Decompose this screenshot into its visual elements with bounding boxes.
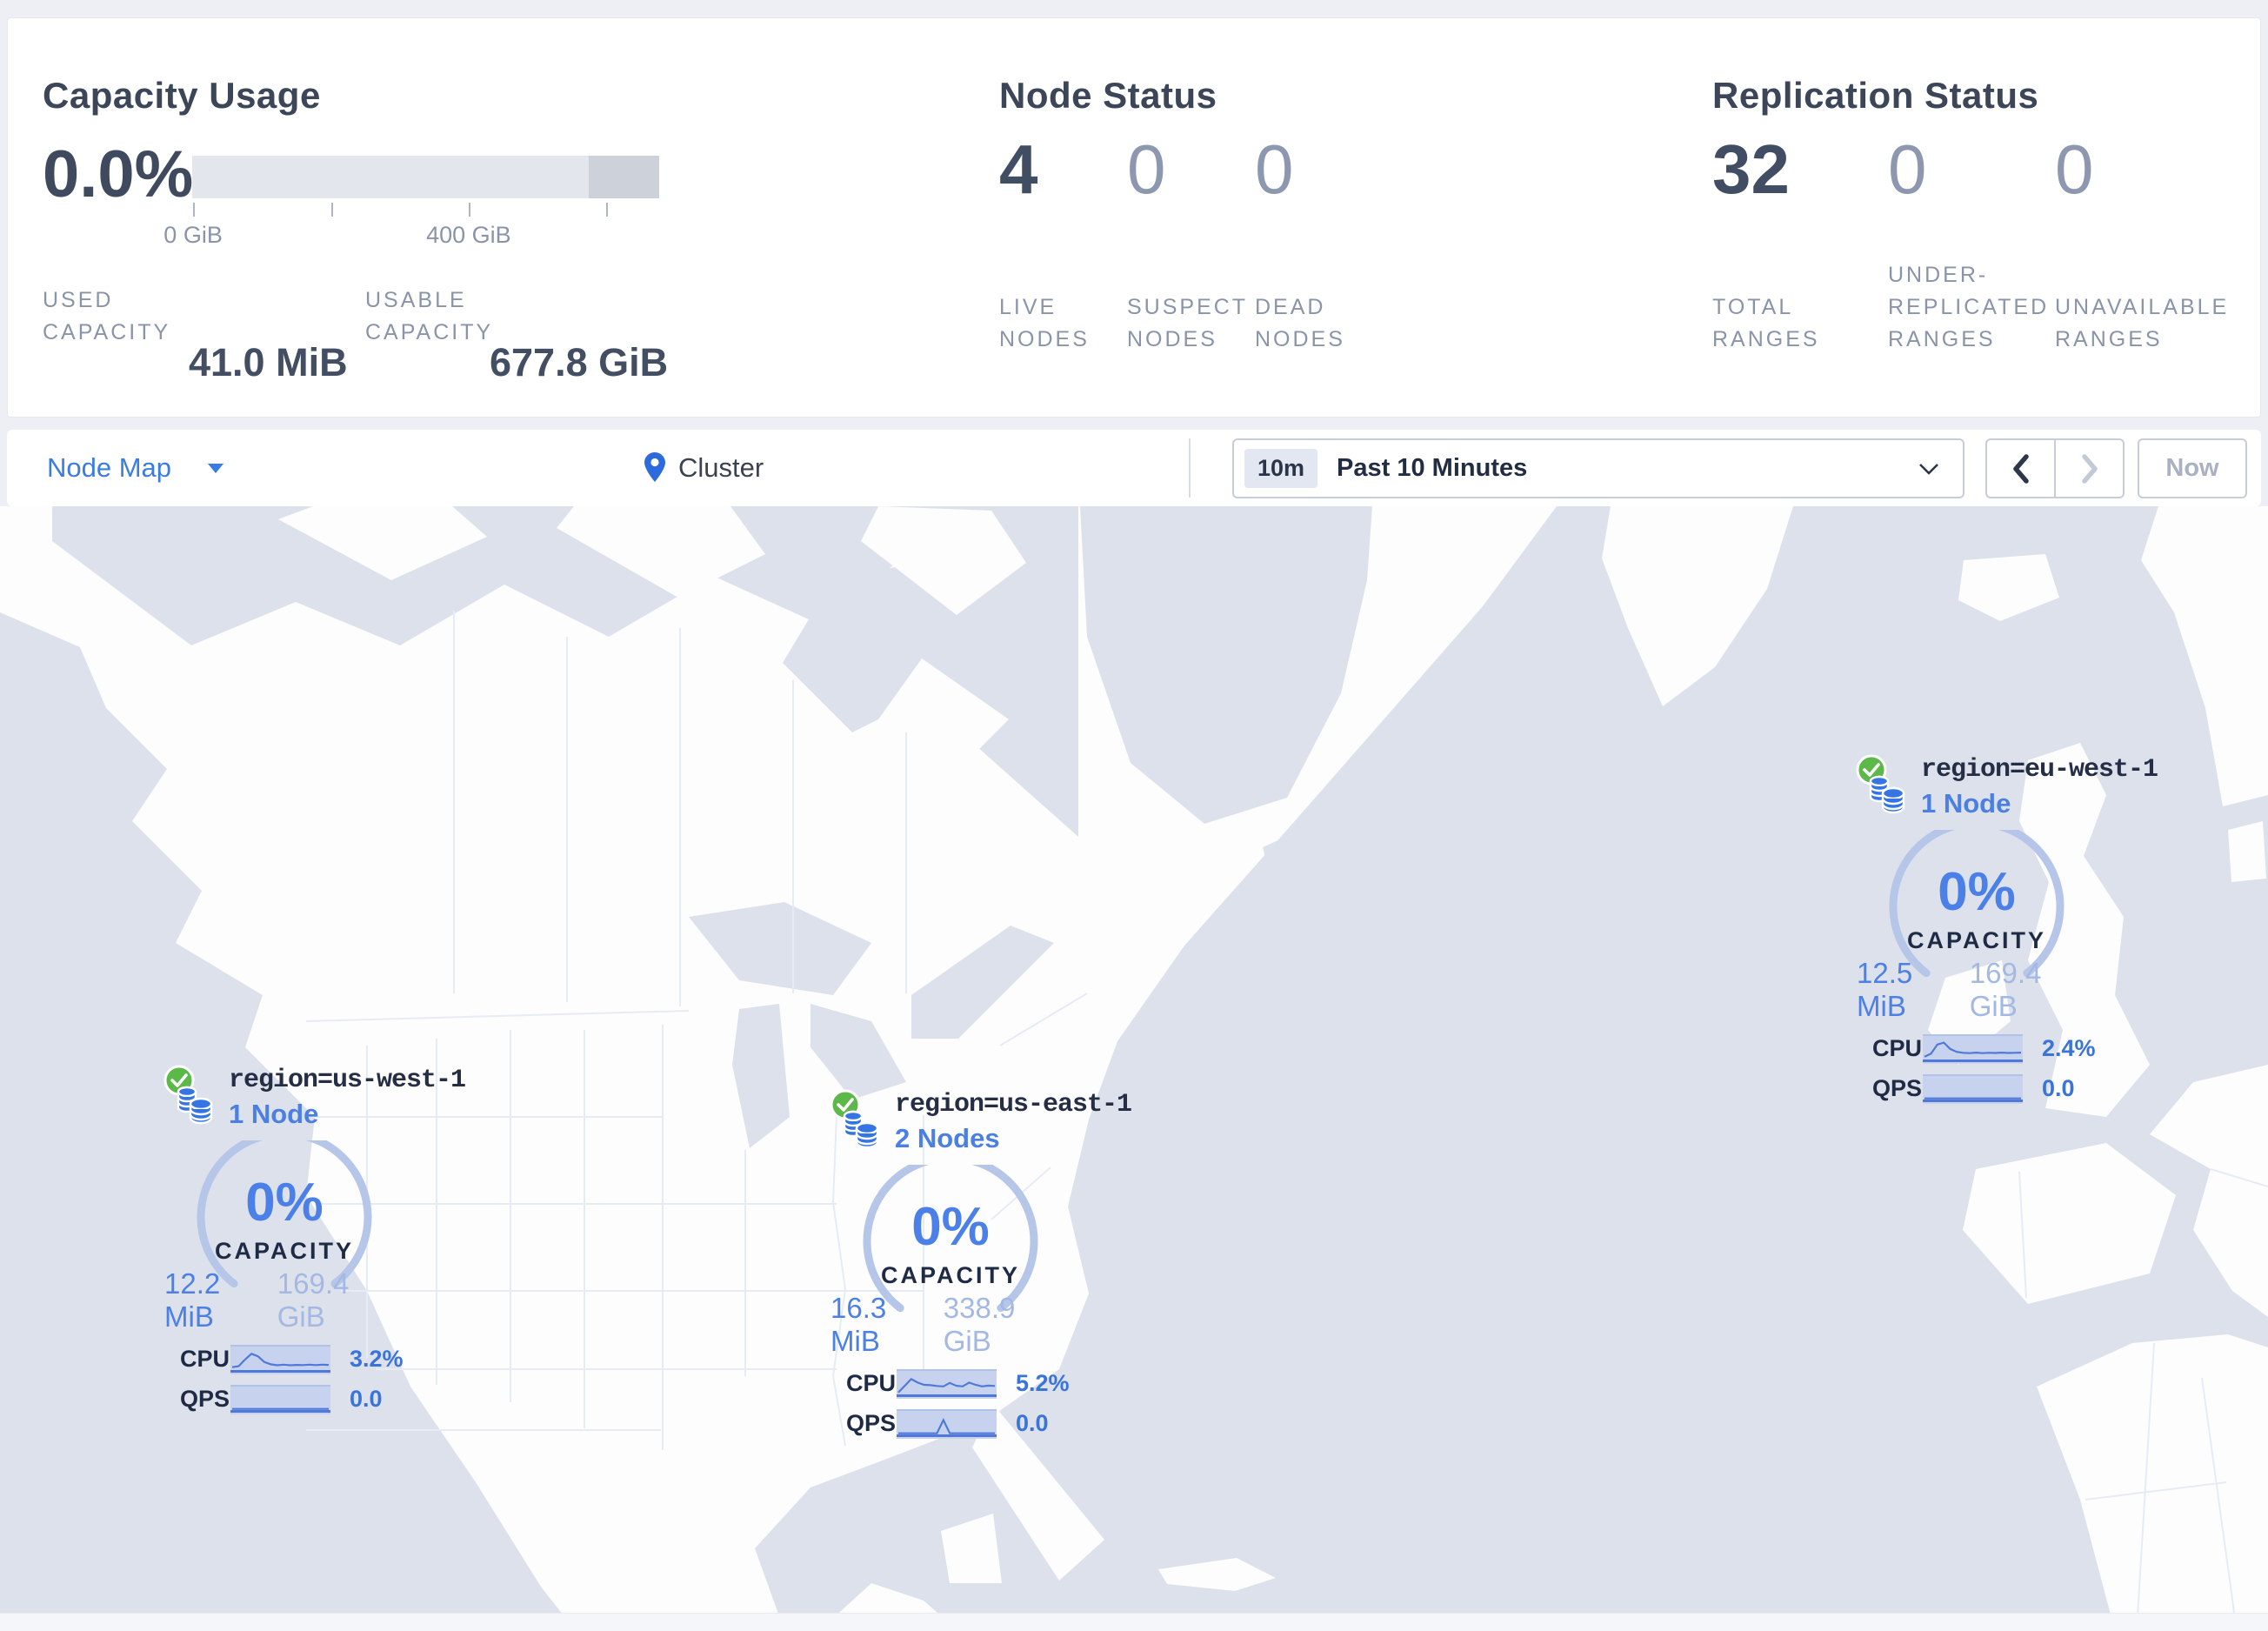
region-marker-us-east-1[interactable]: region=us-east-1 2 Nodes 0% CAPACITY 16.… (820, 1085, 1132, 1439)
unavailable-count: 0 (2055, 130, 2094, 208)
tick-label-0: 0 GiB (163, 222, 223, 248)
region-total-capacity: 169.4 GiB (1969, 957, 2042, 1022)
region-node-count: 1 Node (229, 1099, 319, 1129)
cpu-sparkline (230, 1344, 330, 1374)
caret-down-icon (208, 463, 224, 473)
time-range-badge: 10m (1244, 449, 1318, 488)
time-prev-button[interactable] (1987, 440, 2056, 497)
node-status-title: Node Status (999, 74, 1217, 116)
time-range-dropdown[interactable]: 10m Past 10 Minutes (1232, 438, 1964, 498)
region-total-capacity: 169.4 GiB (277, 1267, 350, 1333)
gauge-caption: CAPACITY (1906, 927, 2046, 953)
usable-capacity-value: 677.8 GiB (490, 340, 669, 384)
database-icon (173, 1081, 220, 1133)
qps-value: 0.0 (1016, 1410, 1049, 1436)
replication-status-title: Replication Status (1712, 74, 2039, 116)
unavailable-label: UNAVAILABLE RANGES (2055, 295, 2230, 351)
chevron-left-icon (2012, 453, 2029, 484)
region-node-count: 2 Nodes (895, 1123, 1000, 1153)
under-replicated-count: 0 (1888, 130, 1927, 208)
region-total-capacity: 338.9 GiB (943, 1292, 1016, 1357)
cpu-value: 5.2% (1016, 1370, 1070, 1396)
time-next-button[interactable] (2056, 440, 2123, 497)
qps-label: QPS (1872, 1075, 1923, 1101)
used-capacity-label: USED CAPACITY (43, 288, 171, 344)
node-map-page: Capacity Usage 0.0% 0 GiB 400 GiB USED C… (0, 0, 2268, 1631)
capacity-axis-ticks (192, 203, 659, 218)
under-replicated-label: UNDER- REPLICATED RANGES (1888, 263, 2050, 351)
region-label: region=us-west-1 (229, 1066, 466, 1095)
region-node-count: 1 Node (1921, 788, 2011, 819)
time-range-label: Past 10 Minutes (1337, 454, 1528, 482)
region-used-capacity: 16.3 MiB (830, 1292, 887, 1357)
view-selector-label: Node Map (47, 452, 172, 483)
cpu-value: 3.2% (350, 1346, 404, 1372)
breadcrumb[interactable]: Cluster (641, 430, 764, 506)
dead-nodes-count: 0 (1255, 130, 1294, 208)
cpu-value: 2.4% (2042, 1035, 2096, 1061)
tick-label-400: 400 GiB (426, 222, 511, 248)
breadcrumb-label: Cluster (678, 452, 764, 483)
map-toolbar: Node Map Cluster 10m Past 10 Minutes Now (7, 430, 2261, 506)
cpu-sparkline (1923, 1033, 2023, 1064)
qps-sparkline (897, 1408, 997, 1439)
cpu-sparkline (897, 1368, 997, 1399)
map-pin-icon (644, 452, 665, 482)
usable-capacity-label: USABLE CAPACITY (365, 288, 494, 344)
dead-nodes-label: DEAD NODES (1255, 295, 1345, 351)
region-marker-eu-west-1[interactable]: region=eu-west-1 1 Node 0% CAPACITY 12.5… (1846, 750, 2158, 1104)
capacity-bar (192, 156, 659, 198)
time-nav-arrows (1985, 438, 2125, 498)
chevron-down-icon (1919, 463, 1938, 475)
total-ranges-count: 32 (1712, 130, 1790, 208)
qps-label: QPS (180, 1386, 230, 1412)
region-used-capacity: 12.2 MiB (164, 1267, 221, 1333)
region-used-capacity: 12.5 MiB (1857, 957, 1913, 1022)
gauge-percent: 0% (245, 1173, 324, 1233)
gauge-caption: CAPACITY (214, 1238, 354, 1264)
region-label: region=us-east-1 (895, 1090, 1132, 1120)
gauge-percent: 0% (911, 1197, 990, 1257)
capacity-bar-reserved (589, 156, 659, 198)
live-nodes-count: 4 (999, 130, 1038, 208)
cpu-label: CPU (180, 1346, 230, 1372)
suspect-nodes-count: 0 (1127, 130, 1166, 208)
qps-value: 0.0 (2042, 1075, 2075, 1101)
capacity-usage-title: Capacity Usage (43, 74, 321, 116)
cpu-label: CPU (1872, 1035, 1923, 1061)
toolbar-divider (1189, 438, 1191, 498)
qps-sparkline (230, 1384, 330, 1414)
region-label: region=eu-west-1 (1921, 755, 2158, 785)
node-map: region=us-west-1 1 Node 0% CAPACITY 12.2… (0, 506, 2268, 1631)
view-selector-dropdown[interactable]: Node Map (47, 430, 224, 506)
qps-value: 0.0 (350, 1386, 383, 1412)
database-icon (839, 1106, 886, 1157)
cluster-summary-panel: Capacity Usage 0.0% 0 GiB 400 GiB USED C… (7, 17, 2261, 418)
map-bottom-strip (0, 1613, 2268, 1631)
qps-label: QPS (846, 1410, 897, 1436)
now-button[interactable]: Now (2138, 438, 2247, 498)
region-marker-us-west-1[interactable]: region=us-west-1 1 Node 0% CAPACITY 12.2… (154, 1060, 466, 1414)
capacity-percent: 0.0% (43, 137, 194, 211)
chevron-right-icon (2081, 453, 2098, 484)
total-ranges-label: TOTAL RANGES (1712, 295, 1820, 351)
cpu-label: CPU (846, 1370, 897, 1396)
qps-sparkline (1923, 1073, 2023, 1104)
used-capacity-value: 41.0 MiB (189, 340, 348, 384)
gauge-caption: CAPACITY (880, 1262, 1020, 1288)
gauge-percent: 0% (1938, 862, 2016, 922)
capacity-axis-labels: 0 GiB 400 GiB (163, 222, 659, 248)
database-icon (1865, 771, 1912, 822)
